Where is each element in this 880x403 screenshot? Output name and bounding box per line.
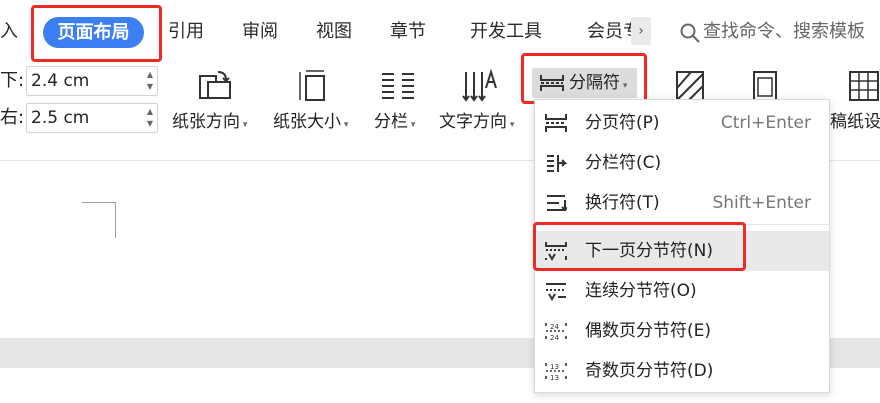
dropdown-arrow-icon: ▾ <box>507 120 515 130</box>
margin-bottom-value[interactable]: 2.4 cm <box>27 71 89 91</box>
search-command-input[interactable]: 查找命令、搜索模板 <box>703 18 865 46</box>
spin-arrows-icon[interactable]: ▲ ▼ <box>147 106 153 130</box>
tab-view[interactable]: 视图 <box>316 18 352 46</box>
menu-item-label: 分页符(P) <box>585 113 660 133</box>
menu-item-label: 偶数页分节符(E) <box>585 321 712 341</box>
highlight-box-next-page-section-break <box>533 222 746 271</box>
menu-item-shortcut: Ctrl+Enter <box>720 113 811 133</box>
svg-text:13: 13 <box>550 363 559 371</box>
menu-item-line-break[interactable]: 换行符(T) Shift+Enter <box>535 183 829 223</box>
paper-orientation-icon[interactable] <box>194 68 234 104</box>
tab-developer[interactable]: 开发工具 <box>470 18 542 46</box>
spin-arrows-icon[interactable]: ▲ ▼ <box>147 69 153 93</box>
highlight-box-page-layout-tab <box>31 5 162 62</box>
paper-size-button[interactable]: 纸张大小 ▾ <box>273 109 348 138</box>
odd-page-section-break-icon: 13 13 <box>545 363 567 381</box>
tab-section[interactable]: 章节 <box>390 18 426 46</box>
menu-item-page-break[interactable]: 分页符(P) Ctrl+Enter <box>535 103 829 143</box>
search-icon[interactable] <box>679 22 701 44</box>
menu-item-label: 奇数页分节符(D) <box>585 361 714 381</box>
svg-text:13: 13 <box>550 374 559 381</box>
tab-references[interactable]: 引用 <box>168 18 204 46</box>
margin-right-label: 右: <box>0 107 25 128</box>
menu-item-continuous-section-break[interactable]: 连续分节符(O) <box>535 271 829 311</box>
dropdown-arrow-icon: ▾ <box>341 120 349 130</box>
column-break-icon <box>547 155 567 172</box>
columns-icon[interactable] <box>378 68 418 104</box>
even-page-section-break-icon: 24 24 <box>545 323 567 341</box>
margin-right-value[interactable]: 2.5 cm <box>27 108 89 128</box>
line-break-icon <box>547 195 567 212</box>
dropdown-arrow-icon: ▾ <box>408 120 416 130</box>
paper-orientation-button[interactable]: 纸张方向 ▾ <box>172 109 247 138</box>
menu-item-column-break[interactable]: 分栏符(C) <box>535 143 829 183</box>
menu-item-label: 连续分节符(O) <box>585 281 697 301</box>
menu-item-label: 换行符(T) <box>585 193 660 213</box>
menu-item-even-page-section-break[interactable]: 24 24 偶数页分节符(E) <box>535 311 829 351</box>
svg-text:24: 24 <box>550 323 559 331</box>
svg-text:24: 24 <box>550 334 559 341</box>
text-direction-button[interactable]: 文字方向 ▾ <box>439 109 514 138</box>
menu-item-odd-page-section-break[interactable]: 13 13 奇数页分节符(D) <box>535 351 829 391</box>
continuous-section-break-icon <box>546 283 566 301</box>
dropdown-arrow-icon: ▾ <box>240 120 248 130</box>
paper-size-icon[interactable] <box>296 68 336 104</box>
margin-bottom-spinner[interactable]: 2.4 cm ▲ ▼ <box>26 66 158 96</box>
manuscript-button[interactable]: 稿纸设 <box>830 109 880 135</box>
margin-corner-mark <box>115 202 116 238</box>
margin-corner-mark <box>82 202 116 203</box>
menu-item-label: 分栏符(C) <box>585 153 662 173</box>
margin-right-spinner[interactable]: 2.5 cm ▲ ▼ <box>26 103 158 133</box>
columns-button[interactable]: 分栏 ▾ <box>374 109 415 138</box>
page-break-icon <box>545 114 567 132</box>
highlight-box-separator <box>521 53 647 104</box>
margin-bottom-label: 下: <box>0 70 25 91</box>
menu-item-shortcut: Shift+Enter <box>712 193 811 213</box>
more-tabs-chevron-icon[interactable]: › <box>631 17 651 45</box>
text-direction-icon[interactable] <box>460 68 500 104</box>
tab-review[interactable]: 审阅 <box>242 18 278 46</box>
tab-insert[interactable]: 入 <box>0 18 18 46</box>
manuscript-icon[interactable] <box>846 68 880 104</box>
